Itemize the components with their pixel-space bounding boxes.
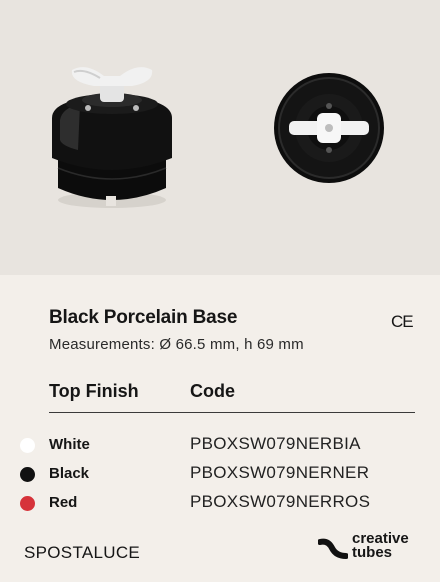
ce-mark: CE — [391, 312, 414, 331]
creative-tubes-mark-icon — [318, 538, 348, 559]
finish-row-red: Red PBOXSW079NERROS — [0, 491, 440, 515]
color-swatch-black — [20, 467, 35, 482]
measurements-text: Measurements: Ø 66.5 mm, h 69 mm — [49, 336, 304, 353]
product-title: Black Porcelain Base — [49, 307, 238, 328]
product-image-area — [0, 0, 440, 275]
porcelain-switch-side-view — [52, 67, 172, 208]
product-photos — [52, 67, 384, 208]
creative-tubes-wordmark: creative tubes — [352, 531, 409, 561]
color-swatch-red — [20, 496, 35, 511]
color-swatch-white — [20, 438, 35, 453]
porcelain-switch-top-view — [274, 73, 384, 183]
creative-tubes-line2: tubes — [352, 544, 393, 561]
spostaluce-logo: SPOSTALUCE — [24, 543, 141, 562]
finish-row-white: White PBOXSW079NERBIA — [0, 433, 440, 457]
finish-name: Black — [49, 465, 90, 482]
creative-tubes-logo: creative tubes — [318, 531, 418, 566]
finish-code: PBOXSW079NERBIA — [190, 434, 361, 453]
column-header-code: Code — [190, 381, 235, 401]
finish-code: PBOXSW079NERROS — [190, 492, 371, 511]
finish-name: White — [49, 436, 90, 453]
column-header-top-finish: Top Finish — [49, 381, 139, 401]
finish-code: PBOXSW079NERNER — [190, 463, 370, 482]
finish-row-black: Black PBOXSW079NERNER — [0, 462, 440, 486]
finish-name: Red — [49, 494, 78, 511]
header-divider — [49, 412, 415, 413]
